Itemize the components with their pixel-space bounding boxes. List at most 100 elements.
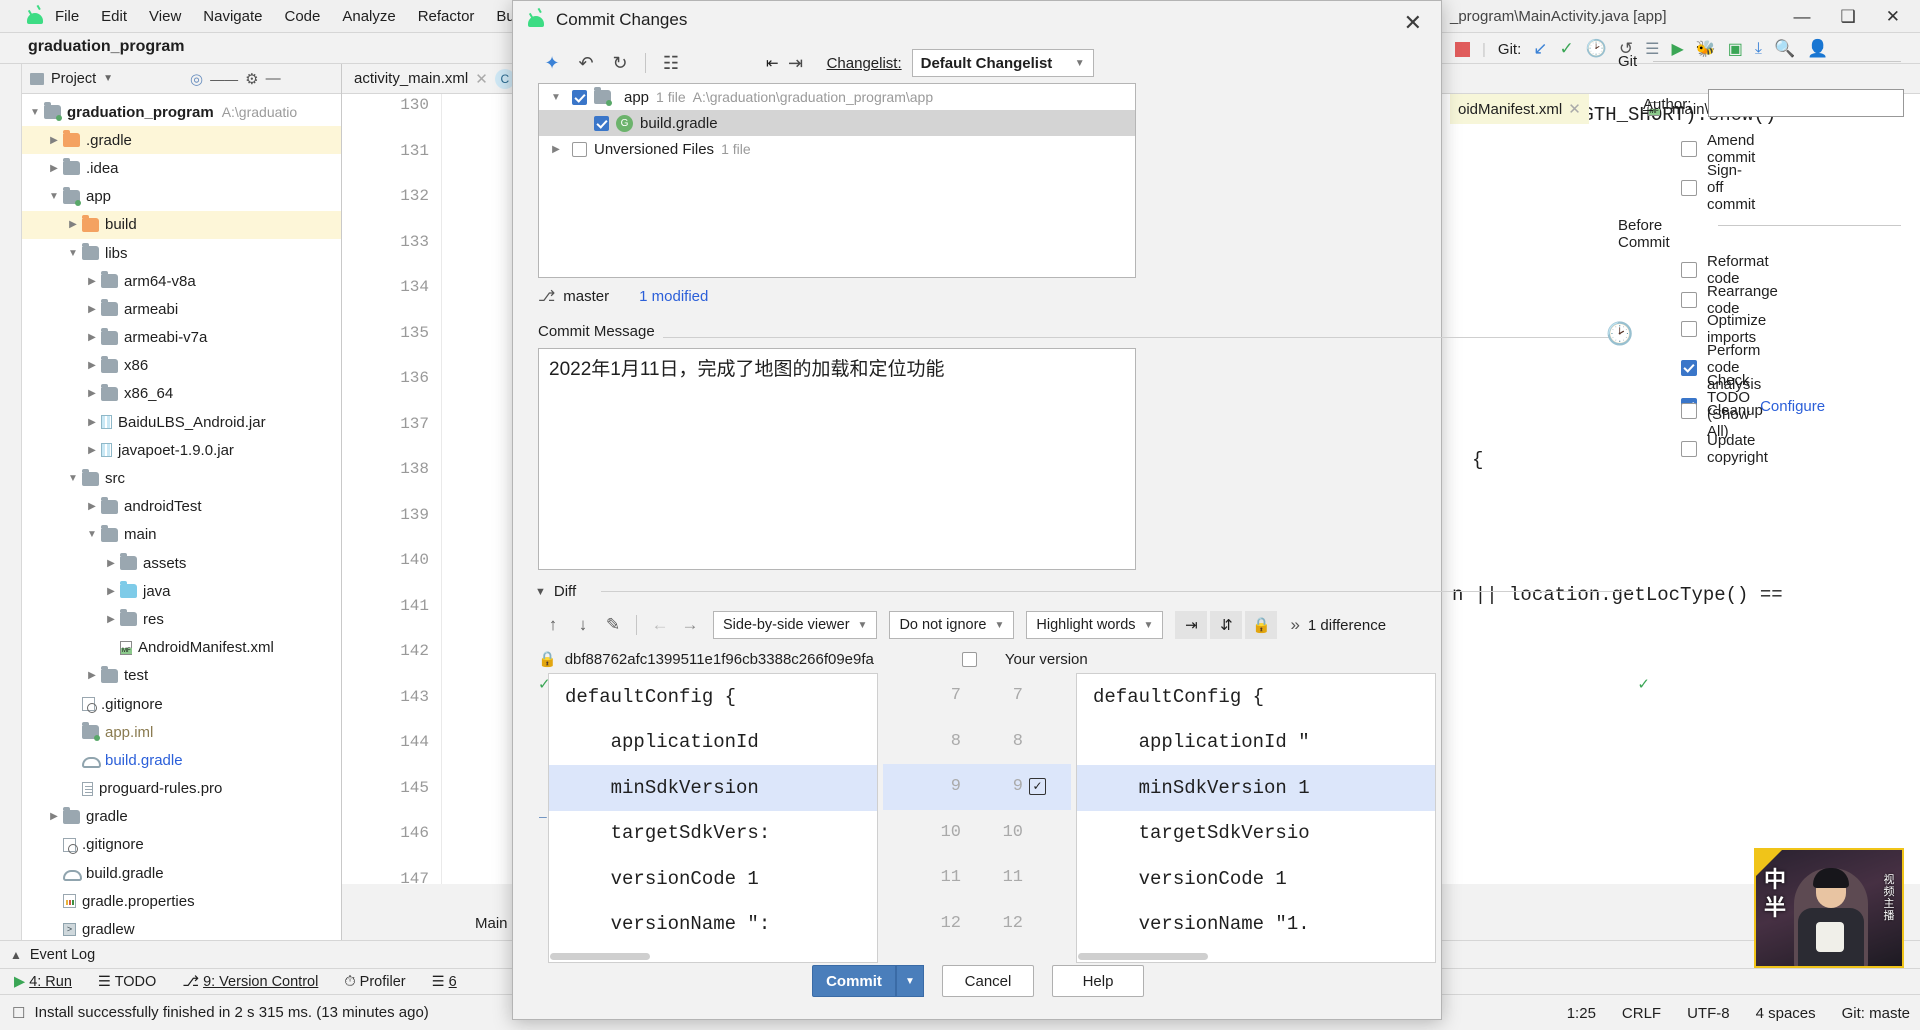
more-options-icon[interactable]: » (1290, 615, 1299, 635)
check-todo-configure-link[interactable]: Configure (1760, 398, 1825, 415)
tree-item[interactable]: ▶ java (22, 577, 341, 605)
commit-button[interactable]: Commit (812, 965, 896, 997)
tree-item[interactable]: .gitignore (22, 690, 341, 718)
tree-item[interactable]: ▶ build (22, 210, 341, 239)
update-copyright-option[interactable]: Update copyright (1681, 432, 1768, 466)
diff-viewer[interactable]: ✓ – defaultConfig { applicationId minSdk… (538, 673, 1650, 963)
commit-split-button[interactable]: Commit ▼ (812, 965, 924, 997)
ignore-mode-dropdown[interactable]: Do not ignore ▼ (889, 611, 1015, 639)
tree-expander[interactable]: ▶ (83, 501, 101, 512)
tree-item[interactable]: ▼ src (22, 464, 341, 492)
debug-icon[interactable]: 🐝 (1696, 39, 1716, 59)
search-icon[interactable]: 🔍 (1774, 39, 1795, 59)
tree-expander[interactable]: ▶ (83, 332, 101, 343)
signoff-commit-option[interactable]: Sign-off commit (1681, 162, 1755, 213)
dialog-close-button[interactable]: ✕ (1395, 7, 1431, 39)
reformat-code-checkbox[interactable] (1681, 262, 1697, 278)
tree-item[interactable]: ▶ gradle (22, 803, 341, 831)
collapse-unchanged-icon[interactable]: ⇥ (1175, 611, 1208, 639)
tree-item[interactable]: gradle.properties (22, 887, 341, 915)
tree-item[interactable]: ▶ test (22, 662, 341, 690)
changed-files-list[interactable]: ▼ app 1 file A:\graduation\graduation_progr… (538, 83, 1136, 278)
revert-icon[interactable]: ↻ (603, 49, 637, 77)
tree-expander[interactable]: ▶ (83, 670, 101, 681)
file-checkbox[interactable] (572, 89, 587, 105)
menu-view[interactable]: View (138, 5, 192, 28)
amend-commit-option[interactable]: Amend commit (1681, 132, 1755, 166)
tree-item[interactable]: build.gradle (22, 859, 341, 887)
tree-expander[interactable]: ▼ (83, 529, 101, 540)
changelist-dropdown[interactable]: Default Changelist ▼ (911, 49, 1094, 77)
tree-expander[interactable]: ▶ (83, 304, 101, 315)
highlight-mode-dropdown[interactable]: Highlight words ▼ (1026, 611, 1164, 639)
tree-expander[interactable]: ▶ (102, 558, 120, 569)
tool-todo[interactable]: ☰ TODO (98, 974, 156, 990)
close-icon[interactable]: ✕ (1886, 7, 1900, 27)
tree-item[interactable]: ▶ arm64-v8a (22, 267, 341, 295)
editor-bottom-tab[interactable]: Main (475, 915, 508, 932)
optimize-imports-option[interactable]: Optimize imports (1681, 312, 1766, 346)
diff-header-checkbox[interactable] (961, 651, 977, 667)
minimize-icon[interactable]: — (1794, 7, 1811, 27)
line-separator[interactable]: CRLF (1622, 1005, 1661, 1022)
next-difference-icon[interactable]: ↓ (568, 611, 598, 639)
diff-right-hscrollbar[interactable] (1078, 953, 1208, 960)
tree-item[interactable]: ▶ .gradle (22, 126, 341, 155)
cancel-button[interactable]: Cancel (942, 965, 1034, 997)
tree-item[interactable]: ▼ main (22, 521, 341, 549)
diff-right-pane[interactable]: defaultConfig { applicationId " minSdkVe… (1076, 673, 1436, 963)
tree-expander[interactable]: ▶ (102, 614, 120, 625)
accept-left-icon[interactable]: ← (645, 611, 675, 639)
stop-icon[interactable] (1455, 41, 1470, 57)
tree-item[interactable]: ▶ assets (22, 549, 341, 577)
rearrange-code-checkbox[interactable] (1681, 292, 1697, 308)
collapse-all-icon[interactable]: ⇥ (779, 49, 813, 77)
indent-setting[interactable]: 4 spaces (1756, 1005, 1816, 1022)
git-update-icon[interactable]: ↙ (1533, 39, 1547, 59)
viewer-mode-dropdown[interactable]: Side-by-side viewer ▼ (713, 611, 878, 639)
tree-expander[interactable]: ▶ (83, 417, 101, 428)
tree-item[interactable]: proguard-rules.pro (22, 775, 341, 803)
collapse-all-icon[interactable]: —— (210, 71, 238, 87)
tree-expander[interactable]: ▶ (83, 360, 101, 371)
tree-item[interactable]: build.gradle (22, 746, 341, 774)
tree-expander[interactable]: ▼ (26, 107, 44, 118)
git-branch-status[interactable]: Git: maste (1842, 1005, 1910, 1022)
tree-item[interactable]: ▼ libs (22, 239, 341, 267)
file-encoding[interactable]: UTF-8 (1687, 1005, 1730, 1022)
close-icon[interactable]: ✕ (475, 70, 488, 88)
tool-version-control[interactable]: ⎇ 9: Version Control (182, 974, 318, 990)
diff-left-hscrollbar[interactable] (550, 953, 650, 960)
run-icon[interactable]: ▶ (1672, 39, 1684, 59)
tree-item[interactable]: ▶ BaiduLBS_Android.jar (22, 408, 341, 436)
tree-expander[interactable]: ▶ (83, 445, 101, 456)
tree-expander[interactable]: ▼ (547, 92, 565, 103)
diff-left-pane[interactable]: defaultConfig { applicationId minSdkVers… (548, 673, 878, 963)
tree-item[interactable]: ▶ androidTest (22, 493, 341, 521)
modified-count-link[interactable]: 1 modified (639, 288, 708, 305)
changed-file-row[interactable]: Gbuild.gradle (539, 110, 1135, 136)
optimize-imports-checkbox[interactable] (1681, 321, 1697, 337)
menu-edit[interactable]: Edit (90, 5, 138, 28)
tree-item[interactable]: AndroidManifest.xml (22, 634, 341, 662)
accept-right-icon[interactable]: → (675, 611, 705, 639)
tree-item[interactable]: ▶ javapoet-1.9.0.jar (22, 436, 341, 464)
tool-run[interactable]: ▶ 4: Run (14, 974, 72, 990)
menu-analyze[interactable]: Analyze (331, 5, 406, 28)
tree-item[interactable]: .gitignore (22, 831, 341, 859)
cleanup-checkbox[interactable] (1681, 402, 1697, 419)
tree-expander[interactable]: ▶ (64, 219, 82, 230)
locate-icon[interactable]: ◎ (190, 70, 203, 88)
tree-item[interactable]: ▼ app (22, 183, 341, 211)
sdk-manager-icon[interactable]: ⤓ (1755, 40, 1762, 58)
amend-commit-checkbox[interactable] (1681, 141, 1697, 157)
tree-expander[interactable]: ▶ (83, 276, 101, 287)
rollback-icon[interactable]: ↶ (569, 49, 603, 77)
project-structure-icon[interactable]: ☰ (1645, 39, 1659, 59)
author-field[interactable] (1708, 89, 1904, 117)
tree-expander[interactable]: ▶ (45, 135, 63, 146)
commit-message-history-icon[interactable]: 🕑 (1606, 321, 1633, 347)
expand-all-icon[interactable]: ⇤ (766, 54, 779, 72)
cleanup-option[interactable]: Cleanup (1681, 402, 1763, 419)
sync-scroll-icon[interactable]: ⇵ (1210, 611, 1243, 639)
